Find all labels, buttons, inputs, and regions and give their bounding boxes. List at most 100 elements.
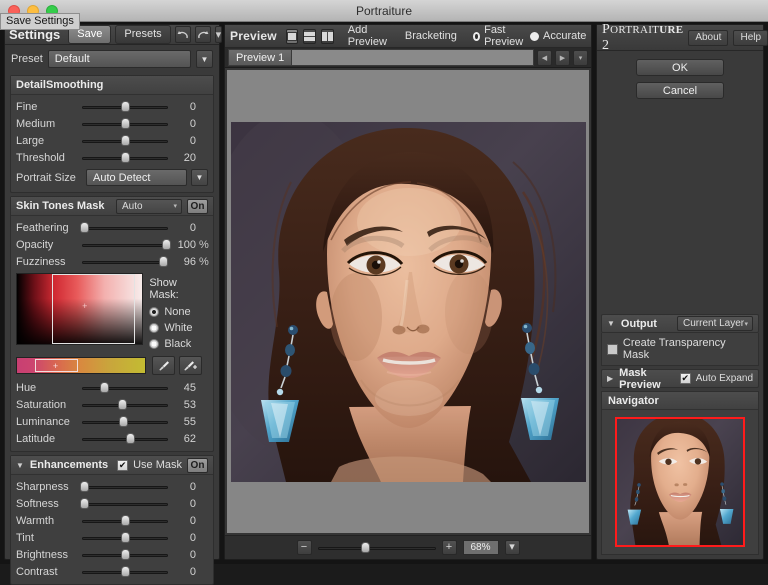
navigator-viewport-rect[interactable] bbox=[615, 417, 745, 547]
portrait-size-row: Portrait Size Auto Detect ▼ bbox=[11, 166, 213, 188]
quality-option-accurate[interactable]: Accurate bbox=[530, 30, 586, 42]
show-mask-option-black[interactable]: Black bbox=[149, 336, 208, 352]
add-preview-button[interactable]: Add Preview bbox=[344, 24, 391, 48]
ok-button[interactable]: OK bbox=[636, 59, 724, 76]
slider-fuzziness[interactable]: Fuzziness 96 % bbox=[11, 253, 213, 270]
slider-brightness-track[interactable] bbox=[82, 548, 168, 562]
view-split-horizontal-icon[interactable] bbox=[303, 29, 316, 44]
auto-expand-checkbox[interactable]: ✔ bbox=[680, 373, 691, 384]
zoom-level-field[interactable]: 68% bbox=[463, 540, 499, 555]
mask-preview-header[interactable]: ▶ Mask Preview ✔ Auto Expand bbox=[601, 369, 759, 388]
slider-warmth[interactable]: Warmth 0 bbox=[11, 512, 213, 529]
use-mask-label: Use Mask bbox=[133, 459, 182, 471]
slider-hue[interactable]: Hue 45 bbox=[11, 379, 213, 396]
create-transparency-mask-checkbox[interactable] bbox=[607, 344, 618, 355]
slider-medium[interactable]: Medium 0 bbox=[11, 115, 213, 132]
prev-tab-icon[interactable]: ◀ bbox=[537, 50, 552, 66]
help-button[interactable]: Help bbox=[733, 30, 768, 46]
slider-softness[interactable]: Softness 0 bbox=[11, 495, 213, 512]
preset-chevron-down-icon[interactable]: ▼ bbox=[196, 50, 213, 68]
show-mask-option-none[interactable]: None bbox=[149, 304, 208, 320]
saturation-value-picker[interactable]: + bbox=[16, 273, 143, 345]
tab-preview-1[interactable]: Preview 1 bbox=[229, 50, 292, 65]
slider-medium-track[interactable] bbox=[82, 117, 168, 131]
slider-fine-track[interactable] bbox=[82, 100, 168, 114]
slider-large-track[interactable] bbox=[82, 134, 168, 148]
slider-tint[interactable]: Tint 0 bbox=[11, 529, 213, 546]
output-header[interactable]: ▼ Output Current Layer bbox=[601, 314, 759, 333]
slider-warmth-label: Warmth bbox=[16, 515, 82, 527]
skin-tones-mode-select[interactable]: Auto bbox=[116, 199, 182, 214]
slider-fuzziness-value: 96 bbox=[168, 256, 196, 268]
about-button[interactable]: About bbox=[688, 30, 728, 46]
slider-feathering-track[interactable] bbox=[82, 221, 168, 235]
zoom-slider[interactable] bbox=[318, 541, 436, 555]
slider-sharpness-track[interactable] bbox=[82, 480, 168, 494]
fast-preview-label: Fast Preview bbox=[484, 24, 525, 48]
enhancements-disclosure-triangle-icon[interactable]: ▼ bbox=[16, 461, 24, 470]
radio-accurate-icon[interactable] bbox=[530, 32, 539, 41]
slider-large[interactable]: Large 0 bbox=[11, 132, 213, 149]
slider-latitude-track[interactable] bbox=[82, 432, 168, 446]
quality-option-fast[interactable]: Fast Preview bbox=[473, 24, 525, 48]
show-mask-option-white[interactable]: White bbox=[149, 320, 208, 336]
cancel-button[interactable]: Cancel bbox=[636, 82, 724, 99]
slider-softness-track[interactable] bbox=[82, 497, 168, 511]
slider-contrast-track[interactable] bbox=[82, 565, 168, 579]
settings-menu-chevron-down-icon[interactable]: ▾ bbox=[215, 26, 223, 43]
navigator-thumbnail-wrap[interactable] bbox=[602, 410, 758, 554]
bracketing-button[interactable]: Bracketing bbox=[401, 30, 461, 42]
preset-select[interactable]: Default bbox=[48, 50, 191, 68]
enhancements-header[interactable]: ▼ Enhancements ✔ Use Mask On bbox=[11, 456, 213, 475]
radio-white-icon[interactable] bbox=[149, 323, 159, 333]
slider-threshold-track[interactable] bbox=[82, 151, 168, 165]
slider-feathering[interactable]: Feathering 0 bbox=[11, 219, 213, 236]
enhancements-on-toggle[interactable]: On bbox=[187, 458, 208, 473]
slider-fine[interactable]: Fine 0 bbox=[11, 98, 213, 115]
view-single-icon[interactable] bbox=[286, 29, 298, 44]
view-split-vertical-icon[interactable] bbox=[321, 29, 334, 44]
detail-smoothing-header[interactable]: DetailSmoothing bbox=[11, 76, 213, 95]
slider-saturation[interactable]: Saturation 53 bbox=[11, 396, 213, 413]
skin-tones-on-toggle[interactable]: On bbox=[187, 199, 208, 214]
preview-photo[interactable] bbox=[231, 122, 586, 482]
output-disclosure-triangle-icon[interactable]: ▼ bbox=[607, 319, 615, 328]
eyedropper-add-icon[interactable] bbox=[179, 356, 202, 375]
output-group: ▼ Output Current Layer Create Transparen… bbox=[601, 314, 759, 366]
eyedropper-icon[interactable] bbox=[152, 356, 175, 375]
slider-sharpness[interactable]: Sharpness 0 bbox=[11, 478, 213, 495]
slider-opacity-track[interactable] bbox=[82, 238, 168, 252]
hue-strip[interactable]: + bbox=[16, 357, 146, 374]
output-layer-select[interactable]: Current Layer bbox=[677, 316, 753, 331]
redo-arrow-icon[interactable] bbox=[195, 26, 211, 43]
portrait-size-chevron-down-icon[interactable]: ▼ bbox=[191, 169, 208, 186]
undo-arrow-icon[interactable] bbox=[175, 26, 191, 43]
slider-opacity[interactable]: Opacity 100 % bbox=[11, 236, 213, 253]
next-tab-icon[interactable]: ▶ bbox=[555, 50, 570, 66]
slider-luminance[interactable]: Luminance 55 bbox=[11, 413, 213, 430]
portrait-size-select[interactable]: Auto Detect bbox=[86, 169, 187, 186]
zoom-preset-chevron-down-icon[interactable]: ▾ bbox=[505, 540, 520, 555]
tab-menu-chevron-down-icon[interactable]: ▾ bbox=[573, 50, 588, 66]
slider-tint-track[interactable] bbox=[82, 531, 168, 545]
mask-preview-disclosure-triangle-icon[interactable]: ▶ bbox=[607, 374, 613, 383]
slider-contrast[interactable]: Contrast 0 bbox=[11, 563, 213, 580]
use-mask-checkbox[interactable]: ✔ bbox=[117, 460, 128, 471]
preview-canvas[interactable] bbox=[227, 70, 589, 533]
slider-warmth-track[interactable] bbox=[82, 514, 168, 528]
radio-none-icon[interactable] bbox=[149, 307, 159, 317]
slider-brightness[interactable]: Brightness 0 bbox=[11, 546, 213, 563]
slider-hue-track[interactable] bbox=[82, 381, 168, 395]
zoom-out-button[interactable]: − bbox=[297, 540, 312, 555]
slider-threshold[interactable]: Threshold 20 bbox=[11, 149, 213, 166]
skin-tones-mask-header[interactable]: Skin Tones Mask Auto On bbox=[11, 197, 213, 216]
slider-fuzziness-track[interactable] bbox=[82, 255, 168, 269]
radio-black-icon[interactable] bbox=[149, 339, 159, 349]
zoom-in-button[interactable]: + bbox=[442, 540, 457, 555]
slider-saturation-track[interactable] bbox=[82, 398, 168, 412]
radio-fast-preview-icon[interactable] bbox=[473, 32, 480, 41]
slider-latitude[interactable]: Latitude 62 bbox=[11, 430, 213, 447]
slider-luminance-track[interactable] bbox=[82, 415, 168, 429]
presets-button[interactable]: Presets bbox=[115, 25, 170, 44]
slider-opacity-unit: % bbox=[196, 239, 208, 251]
